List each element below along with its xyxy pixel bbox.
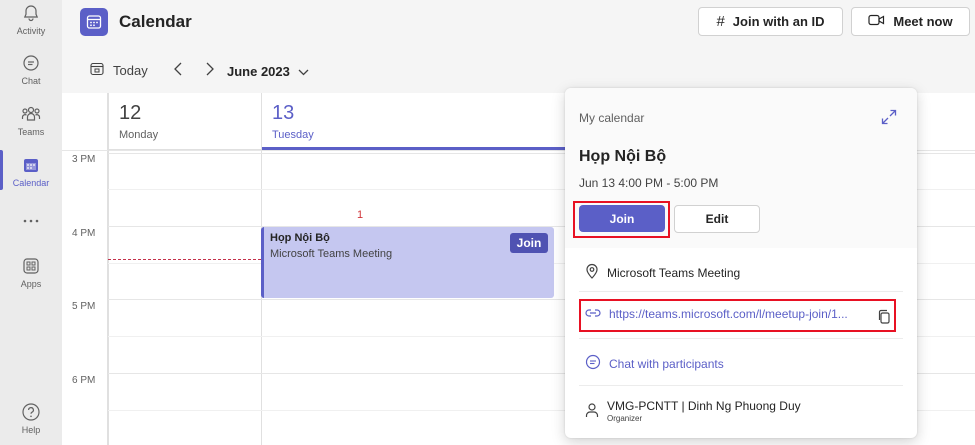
- today-label: Today: [113, 63, 148, 78]
- hash-icon: #: [716, 13, 725, 30]
- divider: [579, 291, 903, 292]
- rail-item-activity[interactable]: Activity: [0, 2, 62, 50]
- time-label: 6 PM: [72, 375, 96, 386]
- time-gutter: [62, 93, 108, 445]
- rail-item-teams[interactable]: Teams: [0, 103, 62, 151]
- chat-icon: [20, 52, 42, 74]
- rail-item-apps[interactable]: Apps: [0, 255, 62, 303]
- meet-now-button[interactable]: Meet now: [851, 7, 970, 36]
- rail-item-calendar[interactable]: Calendar: [0, 154, 62, 202]
- calendar-icon: [20, 154, 42, 176]
- event-join-button[interactable]: Join: [510, 233, 548, 253]
- rail-label-calendar: Calendar: [12, 178, 50, 188]
- chevron-left-icon: [174, 62, 182, 81]
- location-pin-icon: [585, 263, 599, 282]
- organizer-block: VMG-PCNTT | Dinh Ng Phuong Duy Organizer: [607, 399, 801, 423]
- calendar-toolbar: Today June 2023: [62, 52, 975, 92]
- day-number: 13: [272, 102, 295, 124]
- event-title: Họp Nội Bộ: [270, 232, 330, 244]
- organizer-name: VMG-PCNTT | Dinh Ng Phuong Duy: [607, 399, 801, 413]
- chevron-right-icon: [206, 62, 214, 81]
- next-button[interactable]: [202, 61, 218, 81]
- today-button[interactable]: Today: [90, 62, 148, 79]
- app-header: Calendar # Join with an ID Meet now: [62, 0, 975, 44]
- apps-icon: [20, 255, 42, 277]
- calendar-app-icon: [80, 8, 108, 36]
- divider: [579, 385, 903, 386]
- popover-time: Jun 13 4:00 PM - 5:00 PM: [579, 176, 719, 190]
- day-name: Monday: [119, 129, 159, 141]
- annotation-box-join: [573, 201, 670, 238]
- video-camera-icon: [868, 14, 885, 29]
- column-divider: [108, 93, 109, 445]
- location-label: Microsoft Teams Meeting: [607, 265, 741, 280]
- month-picker[interactable]: June 2023: [227, 64, 309, 79]
- day-header-monday[interactable]: 12 Monday: [109, 93, 261, 150]
- month-label: June 2023: [227, 64, 290, 79]
- previous-button[interactable]: [170, 61, 186, 81]
- day-name: Tuesday: [272, 129, 314, 141]
- chat-participants-row[interactable]: Chat with participants: [585, 354, 724, 373]
- calendar-name: My calendar: [579, 111, 645, 125]
- day-header-tuesday[interactable]: 13 Tuesday: [262, 93, 568, 150]
- event-block[interactable]: Họp Nội Bộ Microsoft Teams Meeting Join: [261, 227, 554, 298]
- event-details-popover: My calendar Họp Nội Bộ Jun 13 4:00 PM - …: [565, 88, 917, 438]
- teams-icon: [20, 103, 42, 125]
- popover-title: Họp Nội Bộ: [579, 148, 667, 165]
- rail-label-teams: Teams: [17, 127, 45, 137]
- annotation-box-link: [579, 299, 896, 332]
- location-row: Microsoft Teams Meeting: [585, 263, 740, 282]
- bell-icon: [20, 2, 42, 24]
- time-label: 3 PM: [72, 154, 96, 165]
- rail-item-more[interactable]: [0, 210, 62, 234]
- chat-icon: [585, 354, 601, 373]
- help-icon: [20, 401, 42, 423]
- rail-label-chat: Chat: [21, 76, 41, 86]
- person-icon: [585, 402, 599, 421]
- app-rail: Activity Chat Teams Calendar Apps Help: [0, 0, 62, 445]
- chevron-down-icon: [298, 64, 309, 79]
- rail-label-activity: Activity: [16, 26, 46, 36]
- expand-icon[interactable]: [881, 109, 897, 125]
- organizer-row: VMG-PCNTT | Dinh Ng Phuong Duy Organizer: [585, 399, 801, 423]
- organizer-role: Organizer: [607, 414, 643, 423]
- popover-edit-button[interactable]: Edit: [674, 205, 760, 233]
- more-icon: [20, 210, 42, 232]
- time-label: 5 PM: [72, 301, 96, 312]
- day-number: 12: [119, 102, 142, 124]
- rail-item-help[interactable]: Help: [0, 401, 62, 445]
- chat-with-participants-link[interactable]: Chat with participants: [609, 357, 724, 371]
- annotation-number: 1: [357, 209, 364, 221]
- event-subtitle: Microsoft Teams Meeting: [270, 248, 393, 260]
- divider: [579, 338, 903, 339]
- join-with-id-button[interactable]: # Join with an ID: [698, 7, 843, 36]
- current-time-line: [108, 259, 261, 260]
- rail-label-help: Help: [21, 425, 41, 435]
- rail-item-chat[interactable]: Chat: [0, 52, 62, 100]
- time-label: 4 PM: [72, 228, 96, 239]
- page-title: Calendar: [119, 12, 192, 31]
- rail-label-apps: Apps: [20, 279, 42, 289]
- join-with-id-label: Join with an ID: [732, 14, 825, 29]
- today-icon: [90, 62, 104, 79]
- meet-now-label: Meet now: [893, 14, 953, 29]
